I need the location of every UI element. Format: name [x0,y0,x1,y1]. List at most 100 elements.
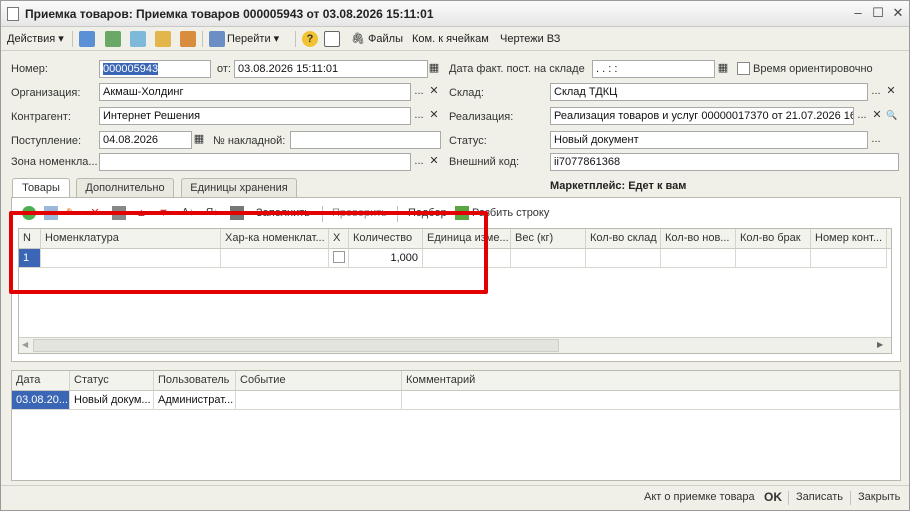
history-cell-status[interactable]: Новый докум... [70,391,154,410]
table-cell-container[interactable] [811,249,887,268]
save-button[interactable]: Записать [796,491,843,503]
highlight-box [9,211,488,294]
date-field[interactable]: 03.08.2026 15:11:01 [234,60,428,78]
invoice-field[interactable] [290,131,441,149]
minimize-button[interactable]: – [850,5,866,21]
number-field[interactable]: 000005943 [99,60,211,78]
column-header[interactable]: Комментарий [402,371,900,391]
scroll-thumb[interactable] [33,339,559,352]
post-and-close-icon[interactable] [79,31,95,47]
history-cell-user[interactable]: Администрат... [154,391,236,410]
marketplace-status: Маркетплейс: Едет к вам [550,180,687,192]
warehouse-clear-icon[interactable]: ✕ [884,83,898,101]
based-on-icon[interactable] [155,31,171,47]
column-header[interactable]: Кол-во нов... [661,229,736,249]
column-header[interactable]: Пользователь [154,371,236,391]
dropdown-arrow-icon: ▾ [58,33,64,45]
arrival-label: Поступление: [11,135,82,147]
sale-label: Реализация: [449,111,514,123]
clipboard-icon[interactable] [324,31,340,47]
number-label: Номер: [11,63,48,75]
table-cell-qty-defect[interactable] [736,249,811,268]
org-field[interactable]: Акмаш-Холдинг [99,83,411,101]
drawings-button[interactable]: Чертежи ВЗ [500,30,560,48]
search-icon[interactable]: 🔍 [885,107,899,125]
column-header[interactable]: Номер конт... [811,229,887,249]
tab-goods[interactable]: Товары [12,178,70,199]
from-label: от: [217,63,231,75]
document-window: Приемка товаров: Приемка товаров 0000059… [0,0,910,511]
toolbar-separator [72,31,73,47]
column-header[interactable]: Кол-во брак [736,229,811,249]
scroll-left-icon[interactable]: ◀ [22,340,28,349]
horizontal-scrollbar[interactable]: ◀ ▶ [19,337,891,353]
cells-button[interactable]: Ком. к ячейкам [412,30,489,48]
post-icon[interactable] [105,31,121,47]
history-cell-event[interactable] [236,391,402,410]
tab-additional[interactable]: Дополнительно [76,178,174,198]
sale-clear-icon[interactable]: ✕ [870,107,884,125]
paperclip-icon: 🖇 [351,33,365,45]
history-cell-comment[interactable] [402,391,900,410]
close-form-button[interactable]: Закрыть [858,491,900,503]
actions-menu[interactable]: Действия ▾ [7,30,64,48]
org-label: Организация: [11,87,81,99]
status-select-button[interactable]: ... [869,131,883,149]
calendar-icon[interactable]: ▦ [192,131,206,149]
bottom-bar: Акт о приемке товара OK Записать Закрыть [1,485,909,510]
fact-date-field[interactable]: . . : : [592,60,715,78]
act-button[interactable]: Акт о приемке товара [644,491,755,503]
calendar-icon[interactable]: ▦ [716,60,730,78]
sale-field[interactable]: Реализация товаров и услуг 00000017370 о… [550,107,854,125]
actions-label: Действия [7,33,56,45]
structure-icon[interactable] [180,31,196,47]
contractor-select-button[interactable]: ... [412,107,426,125]
table-cell-qty-wh[interactable] [586,249,661,268]
column-header [887,229,891,249]
zone-field[interactable] [99,153,411,171]
help-icon[interactable]: ? [302,31,318,47]
contractor-clear-icon[interactable]: ✕ [427,107,441,125]
contractor-label: Контрагент: [11,111,71,123]
calendar-icon[interactable]: ▦ [427,60,441,78]
org-clear-icon[interactable]: ✕ [427,83,441,101]
column-header[interactable]: Событие [236,371,402,391]
warehouse-select-button[interactable]: ... [869,83,883,101]
files-label: Файлы [368,33,403,45]
table-cell-qty-new[interactable] [661,249,736,268]
contractor-field[interactable]: Интернет Решения [99,107,411,125]
column-header[interactable]: Дата [12,371,70,391]
button-separator [788,491,789,505]
ext-code-field[interactable]: ii7077861368 [550,153,899,171]
table-cell-weight[interactable] [511,249,586,268]
goto-menu[interactable]: Перейти ▾ [227,30,279,48]
zone-label: Зона номенкла... [11,156,98,168]
scroll-right-icon[interactable]: ▶ [877,340,883,349]
approx-time-checkbox[interactable] [737,62,750,75]
status-label: Статус: [449,135,487,147]
invoice-label: № накладной: [213,135,286,147]
zone-select-button[interactable]: ... [412,153,426,171]
org-select-button[interactable]: ... [412,83,426,101]
history-table[interactable]: Дата Статус Пользователь Событие Коммент… [11,370,901,481]
zone-clear-icon[interactable]: ✕ [427,153,441,171]
ok-button[interactable]: OK [764,490,782,504]
tab-storage-units[interactable]: Единицы хранения [181,178,297,198]
column-header[interactable]: Вес (кг) [511,229,586,249]
warehouse-field[interactable]: Склад ТДКЦ [550,83,868,101]
title-bar: Приемка товаров: Приемка товаров 0000059… [1,1,909,27]
history-cell-date[interactable]: 03.08.20... [12,391,70,410]
copy-icon[interactable] [130,31,146,47]
status-field[interactable]: Новый документ [550,131,868,149]
column-header[interactable]: Кол-во склад [586,229,661,249]
maximize-button[interactable]: ☐ [870,5,886,21]
sale-select-button[interactable]: ... [855,107,869,125]
arrival-date-field[interactable]: 04.08.2026 [99,131,192,149]
close-button[interactable]: ✕ [890,5,906,21]
ext-code-label: Внешний код: [449,156,520,168]
goto-label: Перейти [227,33,271,45]
dropdown-arrow-icon: ▾ [273,33,280,45]
files-button[interactable]: 🖇 Файлы [351,30,403,48]
column-header[interactable]: Статус [70,371,154,391]
approx-time-label: Время ориентировочно [753,63,873,75]
